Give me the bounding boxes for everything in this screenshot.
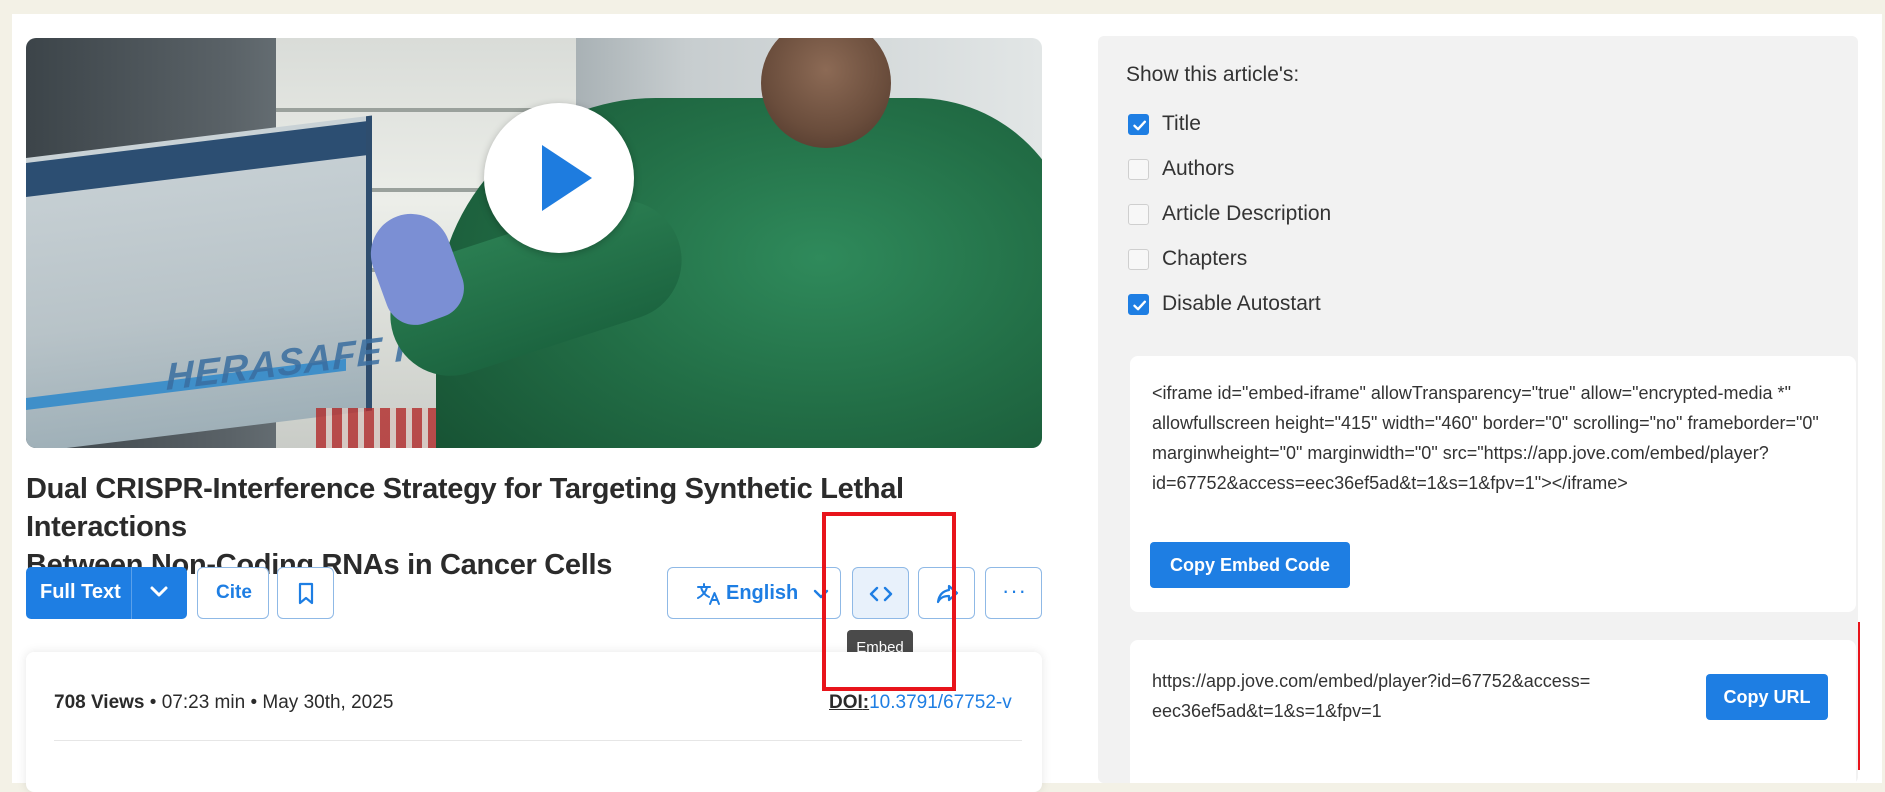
- option-label: Article Description: [1162, 202, 1332, 225]
- checkbox-unchecked-icon[interactable]: [1128, 204, 1149, 225]
- article-meta-line: 708 Views • 07:23 min • May 30th, 2025: [54, 692, 393, 714]
- bookmark-icon: [298, 582, 314, 605]
- checkbox-unchecked-icon[interactable]: [1128, 249, 1149, 270]
- translate-icon: [697, 583, 720, 605]
- cite-button[interactable]: Cite: [197, 567, 269, 619]
- more-icon: ···: [1002, 578, 1027, 603]
- embed-url-text[interactable]: https://app.jove.com/embed/player?id=677…: [1152, 666, 1592, 726]
- embed-code-card: <iframe id="embed-iframe" allowTranspare…: [1130, 356, 1856, 612]
- option-label: Title: [1162, 112, 1201, 135]
- meta-separator: •: [149, 692, 157, 713]
- panel-heading: Show this article's:: [1126, 63, 1300, 86]
- full-text-label: Full Text: [40, 581, 121, 603]
- embed-options-panel: Show this article's: Title Authors Artic…: [1098, 36, 1858, 783]
- embed-url-card: https://app.jove.com/embed/player?id=677…: [1130, 640, 1856, 783]
- more-button[interactable]: ···: [985, 567, 1042, 619]
- cite-label: Cite: [216, 582, 252, 603]
- views-count: 708 Views: [54, 692, 145, 713]
- checkbox-checked-icon[interactable]: [1128, 114, 1149, 135]
- chevron-down-icon[interactable]: [144, 579, 174, 605]
- bookmark-button[interactable]: [277, 567, 334, 619]
- publish-date: May 30th, 2025: [262, 692, 394, 713]
- embed-code-text[interactable]: <iframe id="embed-iframe" allowTranspare…: [1152, 378, 1842, 498]
- video-duration: 07:23 min: [161, 692, 246, 713]
- language-select[interactable]: English: [667, 567, 841, 619]
- copy-url-button[interactable]: Copy URL: [1706, 674, 1828, 720]
- video-player[interactable]: HERASAFE KSP: [26, 38, 1042, 448]
- option-label: Chapters: [1162, 247, 1248, 270]
- option-label: Disable Autostart: [1162, 292, 1321, 315]
- meta-divider: [54, 740, 1022, 741]
- language-label: English: [726, 582, 799, 604]
- checkbox-checked-icon[interactable]: [1128, 294, 1149, 315]
- doi-value[interactable]: 10.3791/67752-v: [869, 692, 1012, 713]
- button-divider: [131, 567, 132, 619]
- play-icon: [542, 145, 592, 211]
- meta-separator: •: [250, 692, 258, 713]
- play-button[interactable]: [484, 103, 634, 253]
- embed-highlight-box: [822, 512, 956, 691]
- copy-embed-code-button[interactable]: Copy Embed Code: [1150, 542, 1350, 588]
- doi-link[interactable]: DOI:10.3791/67752-v: [829, 692, 1012, 714]
- option-label: Authors: [1162, 157, 1235, 180]
- doi-label: DOI: [829, 692, 863, 713]
- checkbox-unchecked-icon[interactable]: [1128, 159, 1149, 180]
- full-text-button[interactable]: Full Text: [26, 567, 187, 619]
